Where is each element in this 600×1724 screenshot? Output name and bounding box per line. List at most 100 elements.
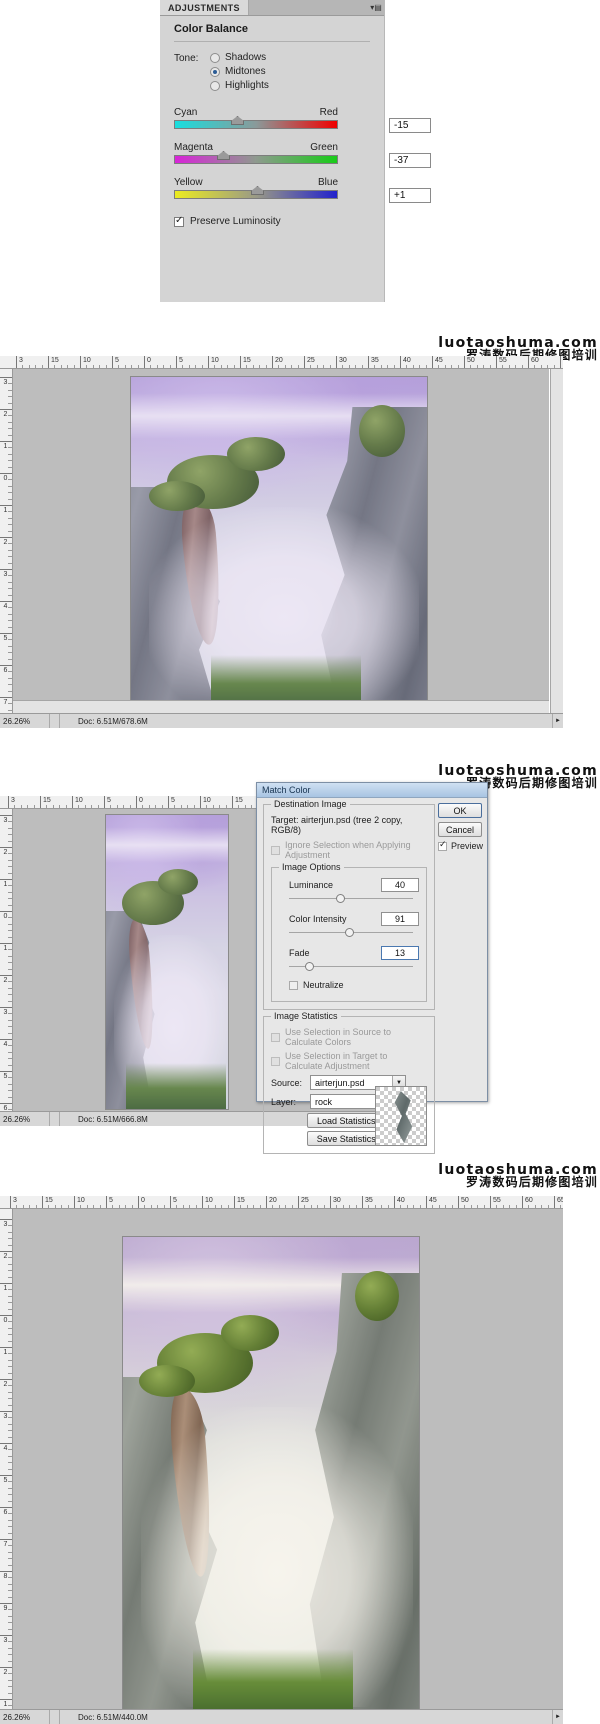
ruler-tick: 6: [0, 665, 12, 672]
slider-yellow-blue-value[interactable]: +1: [389, 188, 431, 203]
luminance-slider-handle[interactable]: [336, 894, 346, 903]
vertical-ruler-1[interactable]: 3 2 1 0 1 2 3 4 5 6 7: [0, 369, 13, 713]
ruler-tick: 15: [234, 1196, 245, 1208]
ruler-tick-label: 65: [557, 1197, 563, 1204]
ruler-tick-label: 5: [171, 797, 175, 804]
preserve-luminosity-row[interactable]: Preserve Luminosity: [174, 215, 370, 227]
tab-adjustments[interactable]: ADJUSTMENTS: [160, 0, 249, 15]
preview-row[interactable]: Preview: [438, 839, 483, 851]
radio-midtones[interactable]: Midtones: [210, 66, 269, 77]
ruler-tick: 3: [0, 815, 12, 822]
ruler-tick: 3: [0, 1007, 12, 1014]
target-row: Target: airterjun.psd (tree 2 copy, RGB/…: [271, 815, 427, 835]
dialog-title-bar[interactable]: Match Color: [257, 783, 487, 798]
target-label: Target:: [271, 815, 299, 825]
ruler-tick-label: 35: [365, 1197, 373, 1204]
slider-magenta-green-value[interactable]: -37: [389, 153, 431, 168]
ruler-tick-label: 25: [307, 357, 315, 364]
layer-label: Layer:: [271, 1096, 297, 1107]
ruler-tick: 3: [16, 356, 23, 368]
neutralize-checkbox[interactable]: [289, 980, 298, 990]
slider-cyan-red-value[interactable]: -15: [389, 118, 431, 133]
color-intensity-input[interactable]: 91: [381, 912, 419, 926]
ruler-tick-label: 15: [43, 797, 51, 804]
canvas-area-3[interactable]: [13, 1209, 563, 1709]
ruler-tick: 1: [0, 441, 12, 448]
preserve-luminosity-checkbox[interactable]: [174, 215, 184, 227]
neutralize-row[interactable]: Neutralize: [279, 980, 419, 990]
ruler-tick-label: 50: [467, 357, 475, 364]
ruler-tick: 4: [0, 1443, 12, 1450]
ruler-tick: 5: [0, 1475, 12, 1482]
ruler-tick-label: 3: [19, 357, 23, 364]
ruler-tick-label: 3: [11, 797, 15, 804]
ignore-selection-checkbox: [271, 845, 280, 855]
horizontal-ruler-1[interactable]: 31510505101520253035404550556065: [0, 356, 563, 369]
ruler-tick: 30: [336, 356, 347, 368]
ruler-tick: 0: [144, 356, 151, 368]
artwork-tint-2: [106, 815, 228, 1109]
ruler-tick: 35: [368, 356, 379, 368]
artboard-3[interactable]: [123, 1237, 419, 1709]
ruler-tick-label: 30: [339, 357, 347, 364]
panel-menu-icon[interactable]: ▾▤: [368, 0, 384, 15]
radio-shadows-icon[interactable]: [210, 52, 220, 63]
preview-checkbox[interactable]: [438, 839, 447, 851]
ruler-tick-label: 15: [237, 1197, 245, 1204]
scroll-right-arrow-3[interactable]: ►: [552, 1710, 563, 1724]
ruler-tick: 5: [106, 1196, 113, 1208]
ok-button[interactable]: OK: [438, 803, 482, 818]
ruler-tick: 35: [362, 1196, 373, 1208]
match-color-dialog[interactable]: Match Color Destination Image Target: ai…: [256, 782, 488, 1154]
color-intensity-slider-handle[interactable]: [344, 928, 354, 937]
slider-cyan-red-ends: Cyan Red: [174, 107, 338, 118]
use-selection-source-checkbox: [271, 1032, 280, 1042]
zoom-level-3[interactable]: 26.26%: [0, 1710, 50, 1724]
horizontal-scrollbar-1[interactable]: [13, 700, 549, 713]
scroll-right-arrow-1[interactable]: ►: [552, 714, 563, 728]
doc-info-3: Doc: 6.51M/440.0M: [78, 1712, 148, 1722]
fade-slider-handle[interactable]: [305, 962, 315, 971]
ruler-tick: 9: [0, 1603, 12, 1610]
ruler-tick: 5: [0, 633, 12, 640]
watermark-chinese-3: 罗涛数码后期修图培训: [465, 1175, 598, 1189]
color-intensity-slider[interactable]: [289, 927, 413, 939]
ruler-tick: 55: [490, 1196, 501, 1208]
radio-shadows[interactable]: Shadows: [210, 52, 269, 63]
watermark-english-2: luotaoshuma.com: [438, 763, 598, 779]
radio-midtones-icon[interactable]: [210, 66, 220, 77]
fade-input[interactable]: 13: [381, 946, 419, 960]
ruler-tick: 30: [330, 1196, 341, 1208]
adjustments-panel: ADJUSTMENTS ▾▤ Color Balance Tone: Shado…: [160, 0, 431, 302]
canvas-area-1[interactable]: [13, 369, 549, 713]
artboard-2[interactable]: [106, 815, 228, 1109]
luminance-input[interactable]: 40: [381, 878, 419, 892]
ruler-tick-label: 10: [205, 1197, 213, 1204]
zoom-level-1[interactable]: 26.26%: [0, 714, 50, 728]
ruler-tick-label: 10: [203, 797, 211, 804]
tone-label: Tone:: [174, 53, 199, 64]
cancel-button[interactable]: Cancel: [438, 822, 482, 837]
horizontal-ruler-3[interactable]: 31510505101520253035404550556065: [0, 1196, 563, 1209]
slider-magenta-green-track[interactable]: [174, 155, 338, 164]
ruler-tick: 40: [400, 356, 411, 368]
vertical-scrollbar-1[interactable]: [550, 369, 563, 713]
ruler-tick: 45: [426, 1196, 437, 1208]
ruler-tick-label: 0: [147, 357, 151, 364]
radio-highlights-icon[interactable]: [210, 80, 220, 91]
ruler-tick: 4: [0, 1039, 12, 1046]
ruler-tick-label: 15: [243, 357, 251, 364]
ruler-tick: 10: [202, 1196, 213, 1208]
radio-highlights[interactable]: Highlights: [210, 80, 269, 91]
fade-slider[interactable]: [289, 961, 413, 973]
slider-cyan-red-track[interactable]: [174, 120, 338, 129]
luminance-slider[interactable]: [289, 893, 413, 905]
vertical-ruler-3[interactable]: 3 2 1 0 1 2 3 4 5 6 7 8 9 3 2 1: [0, 1209, 13, 1709]
dialog-body: Destination Image Target: airterjun.psd …: [257, 798, 487, 1154]
slider-cyan-label: Cyan: [174, 107, 198, 118]
vertical-ruler-2[interactable]: 3 2 1 0 1 2 3 4 5 6: [0, 809, 13, 1111]
ruler-tick-label: 15: [235, 797, 243, 804]
ruler-tick: 2: [0, 1379, 12, 1386]
zoom-level-2[interactable]: 26.26%: [0, 1112, 50, 1126]
artboard-1[interactable]: [131, 377, 427, 707]
